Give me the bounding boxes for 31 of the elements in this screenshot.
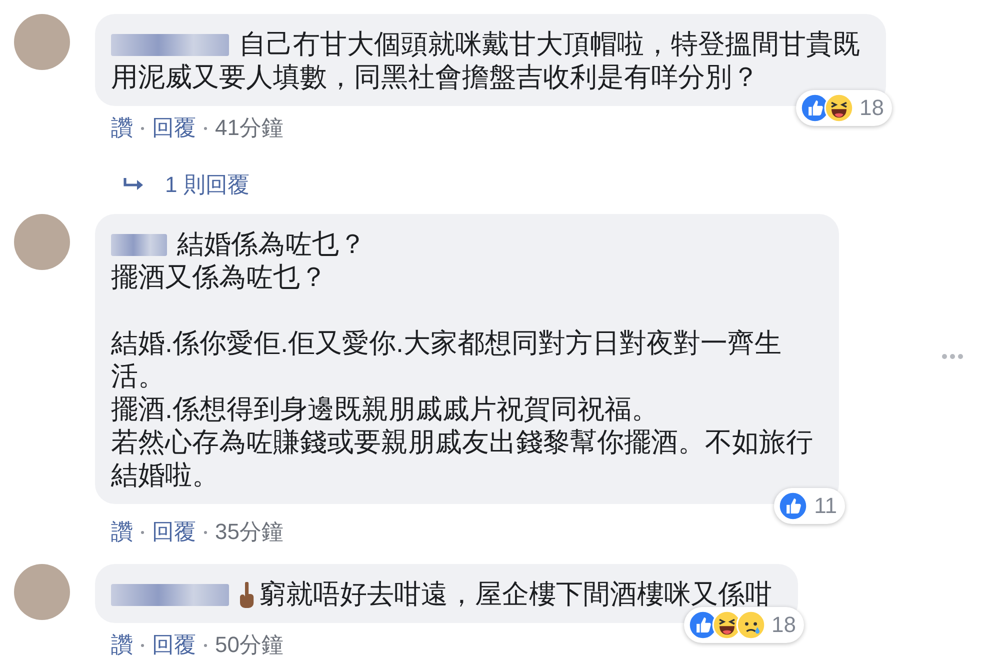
- separator-dot: [204, 644, 207, 646]
- action-link[interactable]: 回覆: [152, 630, 196, 658]
- timestamp[interactable]: 35分鐘: [215, 517, 284, 547]
- comment-text: 活。: [111, 360, 165, 393]
- reaction-count[interactable]: 18: [796, 90, 892, 126]
- reaction-count[interactable]: 11: [774, 488, 845, 524]
- comment-text: 擺酒.係想得到身邊既親朋戚戚片祝賀同祝福。: [111, 393, 659, 426]
- separator-dot: [141, 644, 144, 646]
- action-link[interactable]: 回覆: [152, 113, 196, 143]
- separator-dot: [141, 530, 144, 534]
- reaction-count[interactable]: 18: [684, 607, 804, 643]
- comment-text: 自己冇甘大個頭就咪戴甘大頂帽啦，特登搵間甘貴既: [239, 28, 860, 61]
- comment-text: 結婚係為咗乜？: [177, 228, 366, 261]
- comment-text: 結婚啦。: [111, 459, 219, 492]
- action-link[interactable]: 回覆: [152, 517, 196, 547]
- action-link[interactable]: 讚: [111, 630, 133, 658]
- action-link[interactable]: 讚: [111, 517, 133, 547]
- action-link[interactable]: 讚: [111, 113, 133, 143]
- comment-text: 若然心存為咗賺錢或要親朋戚友出錢黎幫你擺酒。不如旅行: [111, 426, 813, 459]
- more-options-icon[interactable]: [942, 354, 963, 359]
- blurred-name: [111, 234, 167, 256]
- timestamp[interactable]: 41分鐘: [215, 113, 284, 143]
- separator-dot: [141, 126, 144, 130]
- reply-arrow-icon: [123, 177, 145, 193]
- separator-dot: [204, 530, 207, 534]
- comment-text: 結婚.係你愛佢.佢又愛你.大家都想同對方日對夜對一齊生: [111, 327, 782, 360]
- timestamp[interactable]: 50分鐘: [215, 630, 284, 658]
- comment-text: 用泥威又要人填數，同黑社會擔盤吉收利是有咩分別？: [111, 61, 759, 94]
- comment-text: 擺酒又係為咗乜？: [111, 261, 327, 294]
- separator-dot: [204, 126, 207, 130]
- replies-link[interactable]: 1 則回覆: [165, 170, 250, 200]
